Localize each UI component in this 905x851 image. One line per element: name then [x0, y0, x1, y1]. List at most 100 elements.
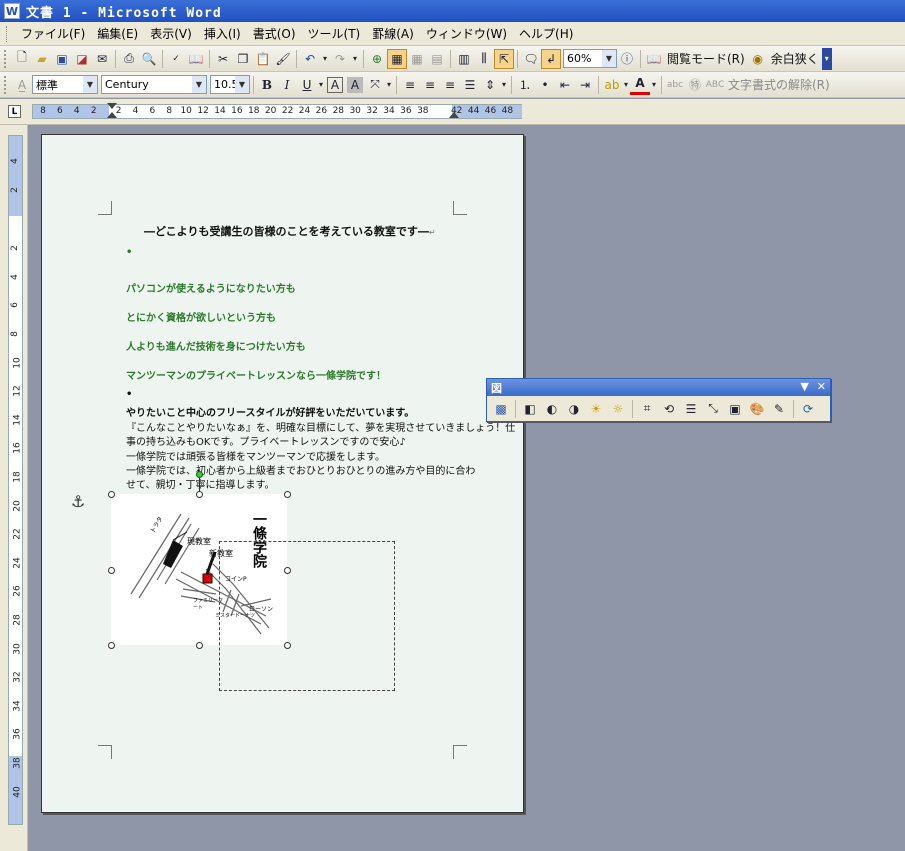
- copy-icon[interactable]: ❐: [233, 49, 253, 69]
- first-line-indent-marker[interactable]: [107, 103, 117, 109]
- menu-grip[interactable]: [6, 25, 9, 42]
- right-indent-marker[interactable]: [449, 112, 459, 118]
- underline-dropdown-icon[interactable]: ▾: [317, 75, 325, 95]
- menu-view[interactable]: 表示(V): [144, 25, 198, 42]
- ruler-strip[interactable]: 4 2 2 4 6 8 10 12 14 16 18 20 22 24 26 28 30 32 34 36 38 40: [8, 135, 23, 825]
- green-line-4[interactable]: マンツーマンのプライベートレッスンなら一條学院です！: [126, 367, 386, 382]
- less-contrast-icon[interactable]: ◑: [563, 399, 585, 419]
- style-select[interactable]: 標準 ▼: [32, 75, 98, 94]
- green-line-3[interactable]: 人よりも進んだ技術を身につけたい方も: [126, 338, 306, 353]
- resize-handle[interactable]: [108, 642, 115, 649]
- italic-button[interactable]: I: [277, 75, 297, 95]
- menu-tools[interactable]: ツール(T): [302, 25, 367, 42]
- green-line-1[interactable]: パソコンが使えるようになりたい方も: [126, 280, 296, 295]
- font-color-dropdown-icon[interactable]: ▾: [650, 75, 658, 95]
- char-case-icon[interactable]: ABC: [705, 75, 725, 95]
- more-contrast-icon[interactable]: ◐: [541, 399, 563, 419]
- body-line-4[interactable]: 一條学院では頑張る皆様をマンツーマンで応援をします。: [126, 448, 385, 463]
- toolbar-options-dropdown[interactable]: ▼: [800, 380, 808, 393]
- resize-handle[interactable]: [108, 567, 115, 574]
- bullet-line[interactable]: •: [126, 389, 132, 400]
- set-transparent-icon[interactable]: ✎: [768, 399, 790, 419]
- research-icon[interactable]: 📖: [186, 49, 206, 69]
- cut-icon[interactable]: ✂: [213, 49, 233, 69]
- crop-icon[interactable]: ⌗: [636, 399, 658, 419]
- color-icon[interactable]: ◧: [519, 399, 541, 419]
- toolbar-grip[interactable]: [4, 75, 8, 94]
- help-icon[interactable]: ⓘ: [617, 49, 637, 69]
- clear-format-button[interactable]: 文字書式の解除(R): [725, 76, 833, 93]
- insert-picture-icon[interactable]: ▩: [490, 399, 512, 419]
- menu-insert[interactable]: 挿入(I): [198, 25, 247, 42]
- highlight-dropdown-icon[interactable]: ▾: [622, 75, 630, 95]
- new-document-icon[interactable]: 🗋: [12, 49, 32, 69]
- toolbar-grip[interactable]: [4, 49, 8, 68]
- columns-icon[interactable]: ▥: [454, 49, 474, 69]
- save-icon[interactable]: ▣: [52, 49, 72, 69]
- menu-window[interactable]: ウィンドウ(W): [420, 25, 513, 42]
- body-line-3[interactable]: 事の持ち込みもOKです。プライベートレッスンですので安心♪: [126, 433, 406, 448]
- print-preview-icon[interactable]: 🔍: [139, 49, 159, 69]
- menu-help[interactable]: ヘルプ(H): [513, 25, 579, 42]
- char-shading-button[interactable]: A: [347, 76, 363, 93]
- format-painter-icon[interactable]: 🖌: [273, 49, 293, 69]
- menu-table[interactable]: 罫線(A): [366, 25, 420, 42]
- document-page[interactable]: ―どこよりも受講生の皆様のことを考えている教室です―↵ • パソコンが使えるよう…: [41, 134, 524, 813]
- line-spacing-dropdown-icon[interactable]: ▾: [500, 75, 508, 95]
- resize-handle[interactable]: [284, 491, 291, 498]
- align-center-icon[interactable]: ≡: [420, 75, 440, 95]
- bullets-icon[interactable]: •: [535, 75, 555, 95]
- reading-mode-button[interactable]: 閲覧モード(R): [664, 50, 748, 67]
- font-size-select[interactable]: 10.5 ▼: [210, 75, 250, 94]
- body-line-6[interactable]: せて、親切・丁寧に指導します。: [126, 476, 275, 491]
- menu-file[interactable]: ファイル(F): [15, 25, 91, 42]
- reset-picture-icon[interactable]: ⟳: [797, 399, 819, 419]
- align-left-icon[interactable]: ≡: [400, 75, 420, 95]
- redo-icon[interactable]: ↷: [330, 49, 350, 69]
- open-folder-icon[interactable]: ▰: [32, 49, 52, 69]
- bullet-line[interactable]: •: [126, 247, 132, 258]
- less-brightness-icon[interactable]: ☼: [607, 399, 629, 419]
- body-line-5[interactable]: 一條学院では、初心者から上級者までおひとりおひとりの進み方や目的に合わ: [126, 462, 475, 477]
- line-style-icon[interactable]: ☰: [680, 399, 702, 419]
- tab-selector[interactable]: L: [8, 105, 21, 118]
- bold-button[interactable]: B: [257, 75, 277, 95]
- insert-table-icon[interactable]: ▦: [407, 49, 427, 69]
- email-icon[interactable]: ✉: [92, 49, 112, 69]
- underline-button[interactable]: U: [297, 75, 317, 95]
- toolbar-options-icon[interactable]: ▾: [821, 47, 832, 70]
- hyperlink-icon[interactable]: ⊕: [367, 49, 387, 69]
- distribute-icon[interactable]: ☰: [460, 75, 480, 95]
- zoom-select[interactable]: 60% ▼: [563, 49, 617, 68]
- anchor-icon[interactable]: ⚓: [71, 492, 85, 511]
- highlight-icon[interactable]: ab: [602, 75, 622, 95]
- more-brightness-icon[interactable]: ☀: [585, 399, 607, 419]
- spelling-icon[interactable]: ✓: [166, 49, 186, 69]
- show-hide-icon[interactable]: ↲: [541, 48, 561, 69]
- increase-indent-icon[interactable]: ⇥: [575, 75, 595, 95]
- permission-icon[interactable]: ◪: [72, 49, 92, 69]
- undo-dropdown-icon[interactable]: ▾: [320, 49, 330, 69]
- green-line-2[interactable]: とにかく資格が欲しいという方も: [126, 309, 276, 324]
- font-color-button[interactable]: A: [630, 75, 650, 95]
- left-indent-marker[interactable]: [107, 112, 117, 118]
- redo-dropdown-icon[interactable]: ▾: [350, 49, 360, 69]
- resize-handle[interactable]: [196, 642, 203, 649]
- resize-handle[interactable]: [196, 491, 203, 498]
- char-border-button[interactable]: A: [327, 76, 343, 93]
- char-scale-dropdown-icon[interactable]: ▾: [385, 75, 393, 95]
- compress-icon[interactable]: ⤡: [702, 399, 724, 419]
- menu-edit[interactable]: 編集(E): [91, 25, 144, 42]
- body-line-1[interactable]: やりたいこと中心のフリースタイルが好評をいただいています。: [126, 404, 414, 419]
- rotate-icon[interactable]: ⟲: [658, 399, 680, 419]
- phonetic-guide-icon[interactable]: abc: [665, 75, 685, 95]
- picture-toolbar[interactable]: 図 ▼ ✕ ▩ ◧ ◐ ◑ ☀ ☼ ⌗ ⟲ ☰ ⤡ ▣ 🎨 ✎ ⟳: [486, 378, 831, 422]
- close-icon[interactable]: ✕: [817, 380, 826, 393]
- undo-icon[interactable]: ↶: [300, 49, 320, 69]
- menu-format[interactable]: 書式(O): [247, 25, 302, 42]
- document-map-icon[interactable]: ⇱: [494, 48, 514, 69]
- font-select[interactable]: Century ▼: [101, 75, 207, 94]
- ruler-strip[interactable]: 8 6 4 2 2 4 6 8 10 12 14 16 18 20 22 24 26 28 30 32 34 36 38 42…: [32, 103, 522, 119]
- styles-formatting-icon[interactable]: A̲: [12, 75, 32, 95]
- body-line-2[interactable]: 『こんなことやりたいなぁ』を、明確な目標にして、夢を実現させていきましょう！仕: [126, 419, 515, 434]
